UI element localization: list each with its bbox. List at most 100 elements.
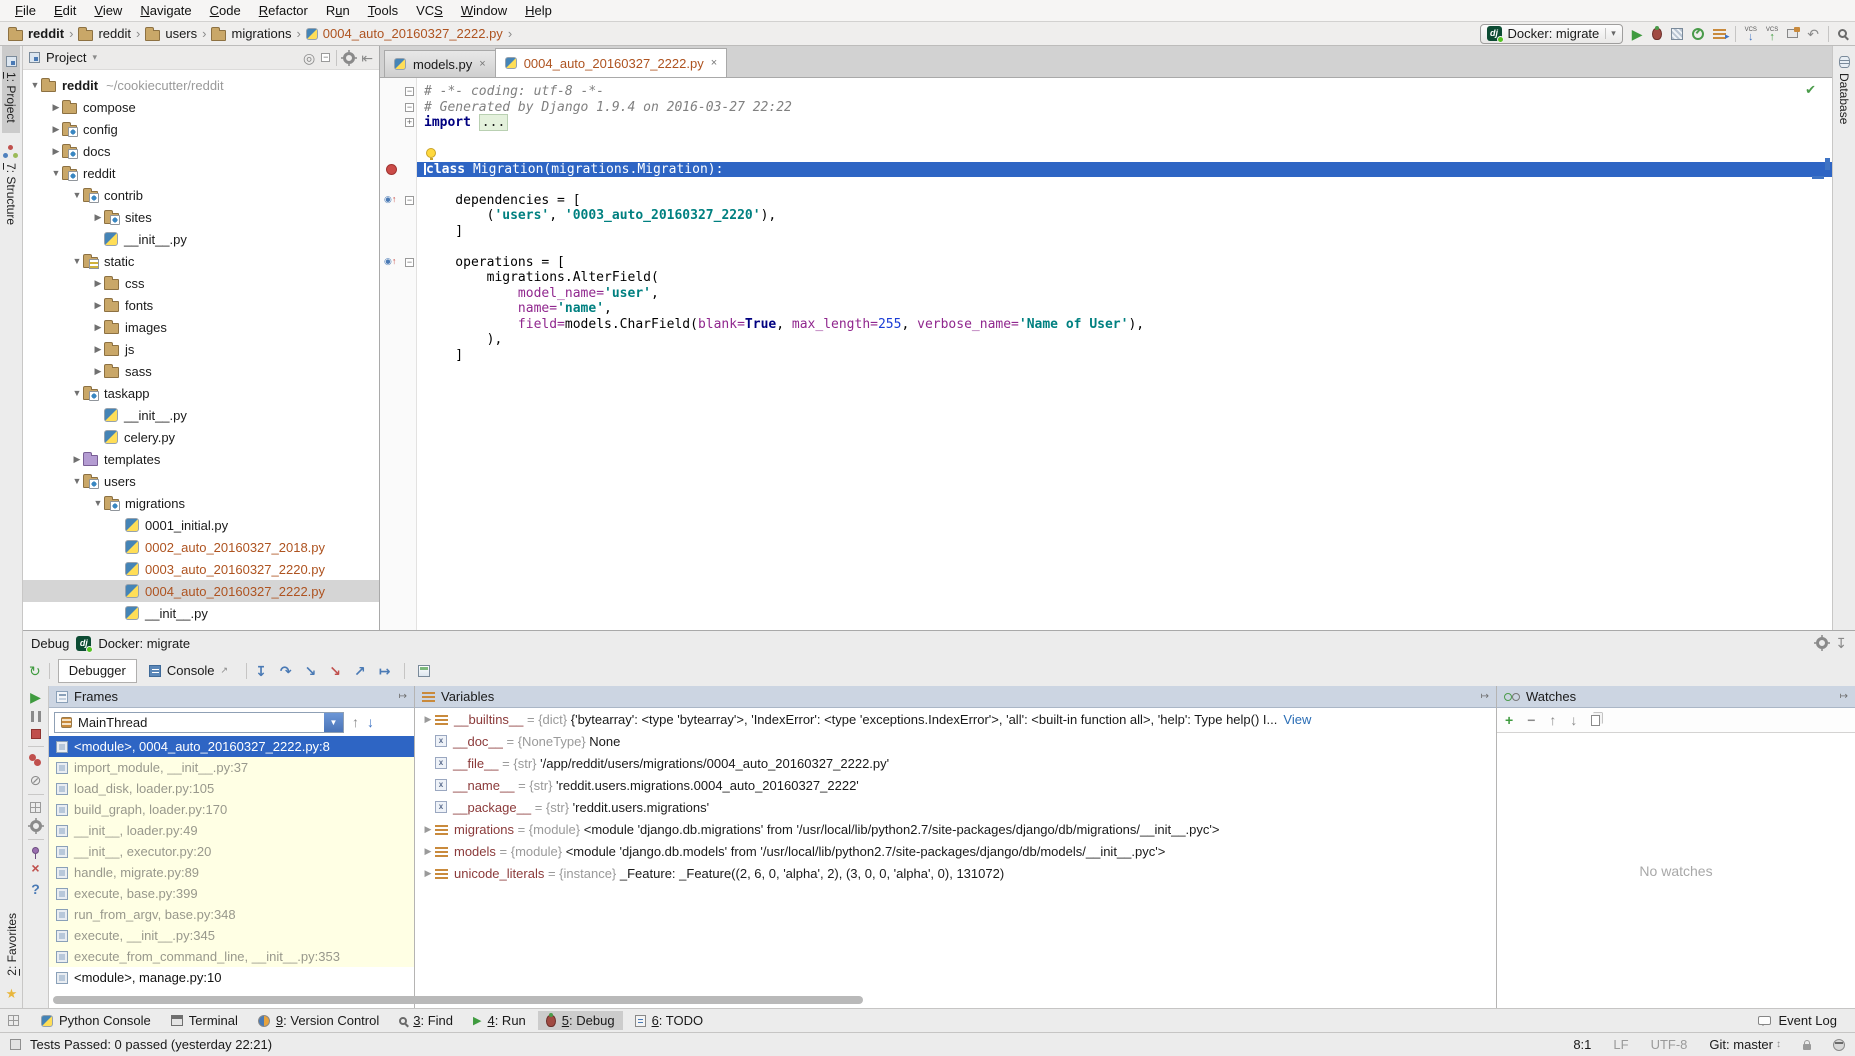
breadcrumb-item[interactable]: migrations: [211, 26, 291, 41]
stack-frame[interactable]: build_graph, loader.py:170: [49, 799, 414, 820]
vcs-commit-icon[interactable]: VCS↑: [1766, 27, 1778, 41]
pin-icon[interactable]: [32, 847, 39, 854]
caret-position[interactable]: 8:1: [1573, 1037, 1591, 1052]
remove-watch-icon[interactable]: −: [1527, 713, 1535, 727]
tree-item-0001-initial-py[interactable]: 0001_initial.py: [23, 514, 379, 536]
stripe-tab-2-favorites[interactable]: 2: Favorites: [3, 903, 21, 986]
duplicate-watch-icon[interactable]: [1591, 715, 1600, 726]
readonly-lock-icon[interactable]: [1803, 1044, 1811, 1050]
expand-arrow-icon[interactable]: ▶: [421, 868, 435, 879]
expand-arrow-icon[interactable]: ▶: [421, 714, 435, 725]
next-frame-icon[interactable]: ↓: [367, 715, 374, 729]
override-marker-icon[interactable]: ◉↑: [384, 256, 396, 267]
code-fold-toggle-icon[interactable]: −: [405, 258, 414, 267]
tree-item-reddit[interactable]: ▼reddit: [23, 162, 379, 184]
resume-icon[interactable]: ▶: [30, 690, 41, 704]
tree-arrow-icon[interactable]: ▶: [92, 278, 104, 289]
hide-panel-icon[interactable]: ↦: [1481, 691, 1489, 702]
menu-file[interactable]: File: [6, 1, 45, 20]
tree-item-sass[interactable]: ▶sass: [23, 360, 379, 382]
help-icon[interactable]: ?: [31, 882, 40, 896]
tree-item-0003-auto-20160327-2220-py[interactable]: 0003_auto_20160327_2220.py: [23, 558, 379, 580]
menu-run[interactable]: Run: [317, 1, 359, 20]
menu-refactor[interactable]: Refactor: [250, 1, 317, 20]
vcs-changes-icon[interactable]: [1787, 29, 1798, 38]
inspection-ok-icon[interactable]: ✔: [1805, 82, 1816, 98]
tree-item-init-py[interactable]: __init__.py: [23, 228, 379, 250]
chevron-down-icon[interactable]: ▾: [92, 52, 97, 63]
vcs-rollback-icon[interactable]: ↶: [1807, 27, 1819, 41]
run-icon[interactable]: ▶: [1632, 27, 1643, 41]
stack-frame[interactable]: execute_from_command_line, __init__.py:3…: [49, 946, 414, 967]
tree-item-taskapp[interactable]: ▼taskapp: [23, 382, 379, 404]
stack-frame[interactable]: execute, __init__.py:345: [49, 925, 414, 946]
add-watch-icon[interactable]: +: [1505, 713, 1513, 727]
tree-arrow-icon[interactable]: ▶: [50, 102, 62, 113]
code-fold-toggle-icon[interactable]: −: [405, 196, 414, 205]
toolwindow-button-5-debug[interactable]: 5: Debug: [538, 1011, 623, 1030]
chevron-down-icon[interactable]: ▼: [324, 713, 343, 732]
tree-arrow-icon[interactable]: ▶: [50, 124, 62, 135]
stripe-tab-7-structure[interactable]: 7: Structure: [2, 133, 21, 235]
tree-item-0004-auto-20160327-2222-py[interactable]: 0004_auto_20160327_2222.py: [23, 580, 379, 602]
vcs-update-icon[interactable]: VCS↓: [1745, 27, 1757, 41]
view-link[interactable]: View: [1283, 712, 1311, 727]
hide-panel-icon[interactable]: ⇤: [361, 51, 373, 65]
editor[interactable]: models.py×0004_auto_20160327_2222.py× −#…: [380, 46, 1832, 630]
force-step-into-icon[interactable]: ↘: [329, 664, 341, 678]
pause-icon[interactable]: [31, 711, 41, 722]
run-configuration-select[interactable]: dj Docker: migrate ▾: [1480, 24, 1623, 44]
event-log-button[interactable]: Event Log: [1758, 1013, 1847, 1028]
tree-arrow-icon[interactable]: ▼: [71, 476, 83, 486]
error-stripe-mark[interactable]: [1825, 158, 1830, 170]
close-tab-icon[interactable]: ×: [711, 57, 717, 69]
editor-tab-models-py[interactable]: models.py×: [384, 50, 496, 77]
file-encoding[interactable]: UTF-8: [1651, 1037, 1688, 1052]
tree-item-init-py[interactable]: __init__.py: [23, 602, 379, 624]
tree-arrow-icon[interactable]: ▶: [71, 454, 83, 465]
tree-arrow-icon[interactable]: ▶: [92, 366, 104, 377]
run-to-cursor-icon[interactable]: ↦: [379, 664, 391, 678]
tree-item-init-py[interactable]: __init__.py: [23, 404, 379, 426]
coverage-icon[interactable]: [1671, 28, 1683, 40]
mute-breakpoints-icon[interactable]: ⊘: [30, 773, 42, 787]
profiler-icon[interactable]: [1692, 28, 1704, 40]
breadcrumb-item[interactable]: reddit: [78, 26, 131, 41]
menu-code[interactable]: Code: [201, 1, 250, 20]
tree-item-migrations[interactable]: ▼migrations: [23, 492, 379, 514]
stack-frame[interactable]: import_module, __init__.py:37: [49, 757, 414, 778]
stack-frame[interactable]: <module>, manage.py:10: [49, 967, 414, 988]
toolwindow-button-terminal[interactable]: Terminal: [163, 1011, 246, 1030]
search-everywhere-icon[interactable]: [1838, 29, 1847, 38]
tab-debugger[interactable]: Debugger: [58, 659, 137, 683]
tree-item-js[interactable]: ▶js: [23, 338, 379, 360]
tree-arrow-icon[interactable]: ▼: [92, 498, 104, 508]
tree-item-reddit[interactable]: ▼reddit~/cookiecutter/reddit: [23, 74, 379, 96]
toolwindow-button-6-todo[interactable]: 6: TODO: [627, 1011, 712, 1030]
menu-view[interactable]: View: [85, 1, 131, 20]
tree-item-docs[interactable]: ▶docs: [23, 140, 379, 162]
gear-icon[interactable]: [343, 52, 355, 64]
tree-arrow-icon[interactable]: ▼: [71, 388, 83, 398]
settings-gear-icon[interactable]: [30, 820, 42, 832]
tree-item-static[interactable]: ▼static: [23, 250, 379, 272]
tree-arrow-icon[interactable]: ▶: [50, 146, 62, 157]
menu-edit[interactable]: Edit: [45, 1, 85, 20]
thread-select[interactable]: MainThread ▼: [54, 712, 344, 733]
stack-frame[interactable]: __init__, executor.py:20: [49, 841, 414, 862]
variable-row[interactable]: ▶models = {module} <module 'django.db.mo…: [415, 840, 1496, 862]
expand-arrow-icon[interactable]: ▶: [421, 824, 435, 835]
code-area[interactable]: −# -*- coding: utf-8 -*-−# Generated by …: [380, 78, 1832, 630]
step-over-icon[interactable]: ↷: [280, 664, 292, 678]
toolwindow-button-9-version-control[interactable]: 9: Version Control: [250, 1011, 387, 1030]
tree-arrow-icon[interactable]: ▶: [92, 344, 104, 355]
variable-row[interactable]: x__doc__ = {NoneType} None: [415, 730, 1496, 752]
tree-arrow-icon[interactable]: ▼: [29, 80, 41, 90]
tree-item-0002-auto-20160327-2018-py[interactable]: 0002_auto_20160327_2018.py: [23, 536, 379, 558]
breadcrumb-item[interactable]: reddit: [8, 26, 64, 41]
editor-tab-0004-auto-20160327-2222-py[interactable]: 0004_auto_20160327_2222.py×: [495, 48, 727, 77]
stripe-tab-1-project[interactable]: 1: Project: [2, 46, 20, 133]
run-targets-icon[interactable]: [1713, 28, 1726, 39]
rerun-icon[interactable]: ↻: [29, 664, 41, 678]
intention-bulb-icon[interactable]: [426, 148, 436, 158]
